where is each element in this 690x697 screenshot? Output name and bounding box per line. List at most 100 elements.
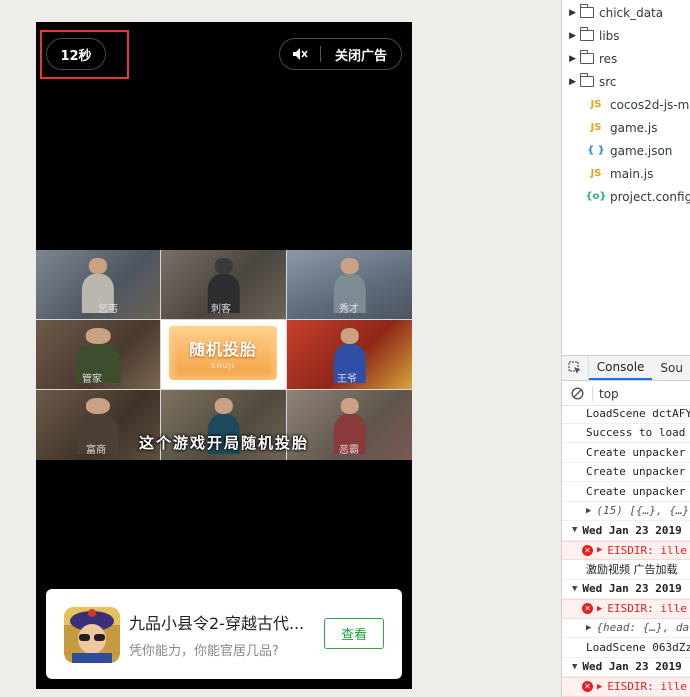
clear-console-icon[interactable] [562, 387, 592, 400]
view-button[interactable]: 查看 [324, 618, 384, 649]
log-text: EISDIR: ille [607, 543, 687, 557]
banner-title: 随机投胎 [188, 340, 257, 359]
tree-item-label: main.js [610, 166, 654, 181]
log-text: Create unpacker [586, 445, 686, 459]
tree-folder-item[interactable]: ▶ src [562, 70, 617, 93]
expand-arrow-icon[interactable]: ▶ [562, 77, 580, 87]
log-group-header[interactable]: ▼ Wed Jan 23 2019 [562, 580, 690, 599]
log-text: LoadScene 063dZz [586, 640, 690, 654]
console-filter-bar: top [562, 382, 690, 406]
js-file-icon: JS [590, 122, 602, 133]
character-label: 秀才 [339, 304, 359, 315]
folder-icon [580, 50, 594, 64]
app-description: 凭你能力，你能官居几品? [129, 644, 279, 659]
log-row-error[interactable]: ✕ ▶ EISDIR: ille [562, 677, 690, 697]
log-row: Create unpacker [562, 482, 690, 502]
app-name[interactable]: 九品小县令2-穿越古代... [129, 610, 304, 634]
tree-folder-item[interactable]: ▶ chick_data [562, 1, 663, 24]
log-text: EISDIR: ille [607, 680, 687, 694]
log-row: Create unpacker [562, 463, 690, 482]
log-text: 激励视频 广告加载 [586, 563, 678, 577]
close-ad-button[interactable]: 关闭广告 [321, 45, 401, 64]
character-cell: 王爷 [287, 320, 412, 389]
expand-arrow-icon[interactable]: ▶ [597, 604, 602, 614]
devtools-tab-bar: Console Sou [562, 355, 690, 381]
banner-subtitle: SHUJI [211, 362, 235, 370]
tree-item-label: game.json [610, 143, 673, 158]
character-cell: 管家 [36, 320, 160, 389]
inspect-element-icon[interactable] [562, 356, 589, 380]
tree-file-item[interactable]: JS main.js [585, 162, 654, 185]
random-reincarnation-banner: 随机投胎 SHUJI [169, 326, 277, 380]
log-text: Wed Jan 23 2019 [582, 660, 682, 674]
tree-item-label: libs [599, 28, 620, 43]
app-icon[interactable] [64, 607, 120, 663]
json-file-icon: { } [587, 145, 605, 156]
tree-item-label: game.js [610, 120, 658, 135]
tree-folder-item[interactable]: ▶ res [562, 47, 617, 70]
log-text: Success to load [586, 426, 686, 440]
close-ad-pill: 关闭广告 [279, 38, 402, 70]
error-icon: ✕ [582, 603, 593, 615]
app-download-card[interactable]: 九品小县令2-穿越古代... 凭你能力，你能官居几品? 查看 [46, 589, 402, 679]
tree-item-label: cocos2d-js-min [610, 97, 690, 112]
tree-file-item[interactable]: {o} project.config.js [585, 185, 690, 208]
tree-item-label: res [599, 51, 618, 66]
character-label: 乞丐 [98, 304, 118, 315]
folder-icon [580, 4, 594, 18]
console-log: LoadScene dctAFY Success to load Create … [562, 404, 690, 697]
js-file-icon: JS [590, 168, 602, 179]
log-row-error[interactable]: ✕ ▶ EISDIR: ille [562, 599, 690, 619]
collapse-arrow-icon[interactable]: ▼ [572, 662, 577, 672]
log-group-header[interactable]: ▼ Wed Jan 23 2019 [562, 521, 690, 541]
error-icon: ✕ [582, 544, 593, 556]
tree-folder-item[interactable]: ▶ libs [562, 24, 620, 47]
log-text: {head: {…}, da [596, 621, 690, 635]
random-reincarnation-cell: 随机投胎 SHUJI [161, 320, 286, 389]
log-text: Wed Jan 23 2019 [582, 523, 682, 537]
timer-highlight-box [40, 30, 129, 79]
log-row: 激励视频 广告加载 [562, 560, 690, 580]
log-row: LoadScene 063dZz [562, 638, 690, 658]
character-label: 王爷 [337, 374, 357, 385]
tree-file-item[interactable]: JS cocos2d-js-min [585, 93, 690, 116]
error-icon: ✕ [582, 681, 593, 693]
expand-arrow-icon[interactable]: ▶ [597, 545, 602, 555]
log-row-object[interactable]: ▶ (15) [{…}, {…} [562, 502, 690, 521]
character-cell: 秀才 [287, 250, 412, 319]
tree-item-label: project.config.js [610, 189, 690, 204]
character-label: 刺客 [211, 304, 231, 315]
folder-icon [580, 73, 594, 87]
video-subtitle: 这个游戏开局随机投胎 [138, 434, 309, 452]
log-text: Create unpacker [586, 465, 686, 479]
log-text: LoadScene dctAFY [586, 406, 690, 420]
expand-arrow-icon[interactable]: ▶ [597, 682, 602, 692]
context-selector[interactable]: top [592, 385, 619, 402]
collapse-arrow-icon[interactable]: ▼ [572, 584, 577, 594]
mute-icon[interactable] [280, 47, 320, 61]
folder-icon [580, 27, 594, 41]
expand-arrow-icon[interactable]: ▶ [586, 506, 591, 516]
tab-sources[interactable]: Sou [652, 356, 690, 380]
log-row-object[interactable]: ▶ {head: {…}, da [562, 619, 690, 638]
tree-file-item[interactable]: JS game.js [585, 116, 658, 139]
collapse-arrow-icon[interactable]: ▼ [572, 525, 577, 535]
log-group-header[interactable]: ▼ Wed Jan 23 2019 [562, 658, 690, 677]
log-text: (15) [{…}, {…} [596, 504, 690, 518]
expand-arrow-icon[interactable]: ▶ [586, 623, 591, 633]
expand-arrow-icon[interactable]: ▶ [562, 31, 580, 41]
config-file-icon: {o} [585, 191, 607, 202]
character-cell: 乞丐 [36, 250, 160, 319]
tree-file-item[interactable]: { } game.json [585, 139, 672, 162]
tab-console[interactable]: Console [588, 356, 653, 380]
tree-item-label: chick_data [599, 5, 664, 20]
js-file-icon: JS [590, 99, 602, 110]
expand-arrow-icon[interactable]: ▶ [562, 54, 580, 64]
log-text: EISDIR: ille [607, 602, 687, 616]
log-row: LoadScene dctAFY [562, 404, 690, 424]
expand-arrow-icon[interactable]: ▶ [562, 8, 580, 18]
log-row-error[interactable]: ✕ ▶ EISDIR: ille [562, 540, 690, 560]
log-row: Success to load [562, 424, 690, 443]
character-label: 管家 [82, 374, 102, 385]
video-frame-grid: 乞丐 刺客 秀才 管家 随机投胎 SHUJI 王爷 富商 恶霸 [36, 250, 412, 460]
